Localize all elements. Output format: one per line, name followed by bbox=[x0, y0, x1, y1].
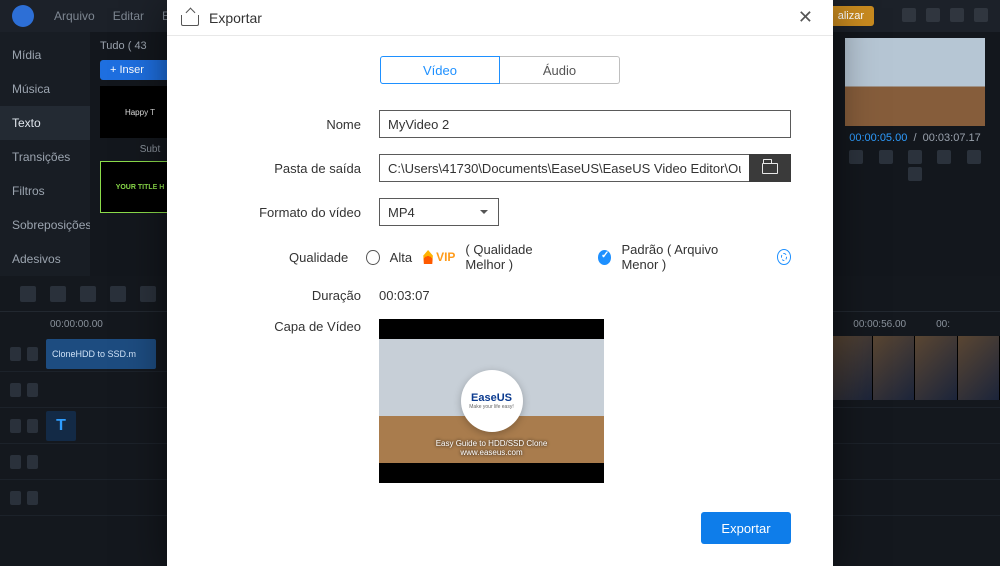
quality-default-label: Padrão ( Arquivo Menor ) bbox=[621, 242, 748, 272]
preview-controls bbox=[830, 150, 1000, 184]
undo-icon[interactable] bbox=[20, 286, 36, 302]
video-format-select[interactable]: MP4 bbox=[379, 198, 499, 226]
export-icon bbox=[181, 9, 199, 27]
export-tabs: Vídeo Áudio bbox=[209, 56, 791, 84]
redo-icon[interactable] bbox=[50, 286, 66, 302]
lock-icon[interactable] bbox=[27, 419, 38, 433]
quality-high-label: Alta bbox=[390, 250, 412, 265]
audio-track-icon bbox=[10, 491, 21, 505]
minimize-icon[interactable] bbox=[926, 8, 940, 22]
quality-high-radio[interactable] bbox=[366, 250, 379, 265]
app-logo bbox=[12, 5, 34, 27]
duration-value: 00:03:07 bbox=[379, 288, 430, 303]
cut-icon[interactable] bbox=[80, 286, 96, 302]
menu-file[interactable]: Arquivo bbox=[54, 9, 95, 23]
nav-media[interactable]: Mídia bbox=[0, 38, 90, 72]
tab-video[interactable]: Vídeo bbox=[380, 56, 500, 84]
cover-logo: EaseUS Make your life easy! bbox=[461, 370, 523, 432]
browse-folder-button[interactable] bbox=[749, 154, 791, 182]
stop-icon[interactable] bbox=[849, 150, 863, 164]
volume-icon[interactable] bbox=[967, 150, 981, 164]
preview-time: 00:00:05.00 / 00:03:07.17 bbox=[830, 132, 1000, 144]
dialog-header: Exportar ✕ bbox=[167, 0, 833, 36]
quality-high-suffix: ( Qualidade Melhor ) bbox=[465, 242, 569, 272]
delete-icon[interactable] bbox=[140, 286, 156, 302]
preview-video bbox=[845, 38, 985, 126]
video-format-value: MP4 bbox=[388, 205, 415, 220]
video-track-icon bbox=[10, 347, 21, 361]
side-nav: Mídia Música Texto Transições Filtros So… bbox=[0, 32, 90, 276]
tab-audio[interactable]: Áudio bbox=[500, 56, 620, 84]
pip-track-icon bbox=[10, 383, 21, 397]
timeline-thumbstrip[interactable] bbox=[830, 336, 1000, 400]
video-cover-thumb[interactable]: EaseUS Make your life easy! Easy Guide t… bbox=[379, 319, 604, 483]
menu-edit[interactable]: Editar bbox=[113, 9, 144, 23]
nav-overlays[interactable]: Sobreposições bbox=[0, 208, 90, 242]
label-duration: Duração bbox=[209, 288, 379, 303]
export-button[interactable]: Exportar bbox=[701, 512, 791, 544]
lock-icon[interactable] bbox=[27, 383, 38, 397]
nav-music[interactable]: Música bbox=[0, 72, 90, 106]
nav-text[interactable]: Texto bbox=[0, 106, 90, 140]
vip-badge: VIP bbox=[422, 250, 455, 264]
current-time: 00:00:05.00 bbox=[849, 132, 907, 144]
label-output-folder: Pasta de saída bbox=[209, 161, 379, 176]
close-app-icon[interactable] bbox=[974, 8, 988, 22]
cover-caption: Easy Guide to HDD/SSD Clone www.easeus.c… bbox=[379, 439, 604, 457]
label-video-cover: Capa de Vídeo bbox=[209, 319, 379, 334]
folder-icon bbox=[762, 163, 778, 174]
preview-panel: 00:00:05.00 / 00:03:07.17 bbox=[830, 32, 1000, 276]
next-icon[interactable] bbox=[937, 150, 951, 164]
text-track-icon bbox=[10, 455, 21, 469]
play-icon[interactable] bbox=[908, 150, 922, 164]
text-track-icon bbox=[10, 419, 21, 433]
quality-settings-button[interactable] bbox=[777, 249, 791, 265]
maximize-icon[interactable] bbox=[950, 8, 964, 22]
output-folder-input[interactable] bbox=[379, 154, 749, 182]
lock-icon[interactable] bbox=[27, 455, 38, 469]
update-button[interactable]: alizar bbox=[828, 6, 874, 26]
prev-icon[interactable] bbox=[879, 150, 893, 164]
quality-default-radio[interactable] bbox=[598, 250, 611, 265]
fullscreen-icon[interactable] bbox=[908, 167, 922, 181]
name-input[interactable] bbox=[379, 110, 791, 138]
video-clip[interactable]: CloneHDD to SSD.m bbox=[46, 339, 156, 369]
label-name: Nome bbox=[209, 117, 379, 132]
flame-icon bbox=[422, 250, 434, 264]
settings-icon[interactable] bbox=[902, 8, 916, 22]
mute-icon[interactable] bbox=[27, 347, 38, 361]
window-controls bbox=[892, 8, 988, 25]
nav-stickers[interactable]: Adesivos bbox=[0, 242, 90, 276]
nav-transitions[interactable]: Transições bbox=[0, 140, 90, 174]
asset-count: Tudo ( 43 bbox=[100, 40, 147, 52]
close-button[interactable]: ✕ bbox=[792, 3, 819, 32]
nav-filters[interactable]: Filtros bbox=[0, 174, 90, 208]
label-quality: Qualidade bbox=[209, 250, 366, 265]
split-icon[interactable] bbox=[110, 286, 126, 302]
lock-icon[interactable] bbox=[27, 491, 38, 505]
export-dialog: Exportar ✕ Vídeo Áudio Nome Pasta de saí… bbox=[167, 0, 833, 566]
label-video-format: Formato do vídeo bbox=[209, 205, 379, 220]
total-time: 00:03:07.17 bbox=[923, 132, 981, 144]
dialog-title: Exportar bbox=[209, 10, 262, 26]
text-clip[interactable]: T bbox=[46, 411, 76, 441]
